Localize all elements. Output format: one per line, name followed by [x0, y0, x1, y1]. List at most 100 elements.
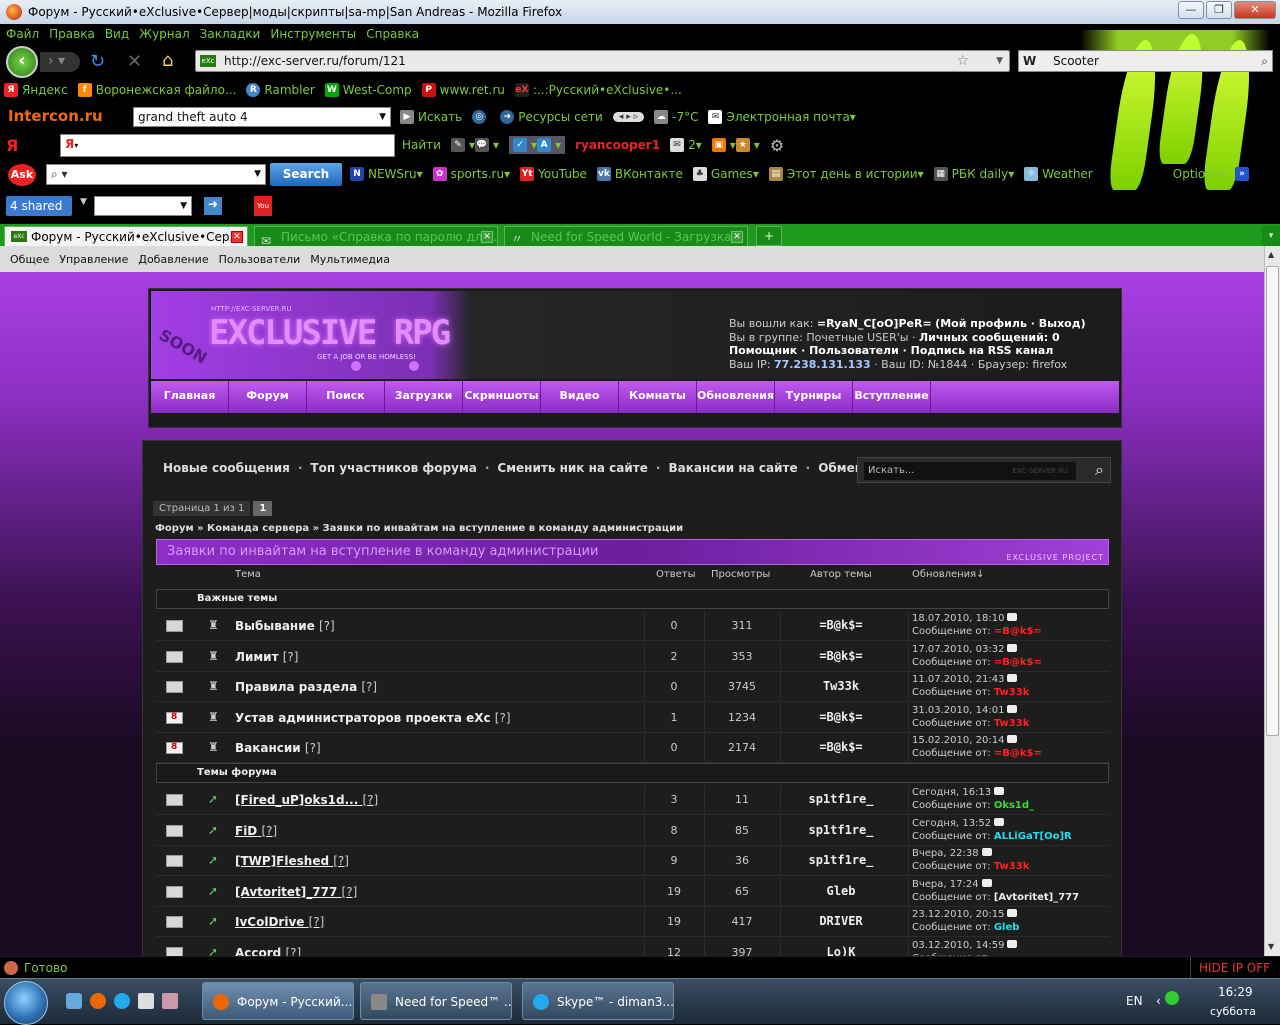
- star-icon[interactable]: ☆: [956, 51, 969, 71]
- last-post-icon[interactable]: [1007, 735, 1018, 743]
- topic-title[interactable]: [TWP]Fleshed [?]: [235, 854, 349, 868]
- topic-title[interactable]: [Avtoritet]_777 [?]: [235, 885, 357, 899]
- menu-history[interactable]: Журнал: [139, 27, 190, 41]
- tab-nfs[interactable]: 〃 Need for Speed World - Загрузка ✕: [504, 226, 748, 246]
- start-button[interactable]: [4, 981, 48, 1025]
- nav-home[interactable]: Главная: [151, 381, 229, 413]
- nav-updates[interactable]: Обновления: [697, 381, 775, 413]
- topic-author[interactable]: Tw33k: [776, 679, 906, 693]
- taskbar-nfs[interactable]: Need for Speed™ ...: [360, 982, 512, 1020]
- wikipedia-icon[interactable]: W: [1023, 51, 1036, 71]
- firefox-icon[interactable]: [90, 993, 106, 1009]
- nav-screenshots[interactable]: Скриншоты: [463, 381, 541, 413]
- yandex-tools[interactable]: ✎ ▾ 💬 ▾: [450, 138, 499, 152]
- 4shared-logo[interactable]: 4 shared: [6, 196, 72, 216]
- topic-preview-link[interactable]: [?]: [285, 946, 301, 957]
- reload-icon[interactable]: ↻: [90, 51, 105, 72]
- topic-preview-link[interactable]: [?]: [361, 680, 377, 694]
- yandex-extra[interactable]: ▣ ▾ ★ ▾: [711, 138, 760, 152]
- home-icon[interactable]: ⌂: [162, 50, 173, 71]
- last-post-icon[interactable]: [981, 878, 992, 887]
- nav-rooms[interactable]: Комнаты: [619, 381, 697, 413]
- link-new-messages[interactable]: Новые сообщения: [163, 461, 290, 475]
- topic-title[interactable]: FiD [?]: [235, 824, 277, 838]
- topic-author[interactable]: =B@k$=: [776, 740, 906, 754]
- youtube-icon[interactable]: You: [254, 196, 272, 216]
- bookmark-yandex[interactable]: Я Яндекс: [4, 83, 68, 97]
- nav-join[interactable]: Вступление: [853, 381, 931, 413]
- search-icon[interactable]: ⌕: [1095, 460, 1104, 480]
- topic-preview-link[interactable]: [?]: [305, 741, 321, 755]
- topic-author[interactable]: =B@k$=: [776, 649, 906, 663]
- ask-link-youtube[interactable]: Yt YouTube: [520, 167, 587, 181]
- bookmark-exclusive[interactable]: eX:..:Русский•eXclusive•...: [514, 83, 682, 97]
- last-post-icon[interactable]: [1007, 613, 1018, 621]
- last-poster[interactable]: Tw33k: [994, 718, 1030, 729]
- gear-icon[interactable]: ⚙: [770, 136, 784, 155]
- close-tab-icon[interactable]: ✕: [731, 231, 743, 243]
- document-icon[interactable]: [138, 993, 154, 1009]
- page-1-link[interactable]: 1: [253, 501, 273, 516]
- tab-mail[interactable]: ✉ Письмо «Справка по паролю для ... ✕: [254, 226, 498, 246]
- nav-search[interactable]: Поиск: [307, 381, 385, 413]
- topic-title[interactable]: [Fired_uP]oks1d... [?]: [235, 793, 378, 807]
- game-icon[interactable]: [162, 993, 178, 1009]
- topic-author[interactable]: Lo)K: [776, 945, 906, 957]
- topic-preview-link[interactable]: [?]: [261, 824, 277, 838]
- last-post-icon[interactable]: [1007, 909, 1018, 917]
- maximize-button[interactable]: ❐: [1206, 1, 1232, 19]
- skype-icon[interactable]: [114, 993, 130, 1009]
- email-menu[interactable]: ✉ Электронная почта ▾: [708, 110, 856, 124]
- ask-link-sports[interactable]: ✿ sports.ru ▾: [432, 167, 510, 181]
- topic-author[interactable]: Gleb: [776, 884, 906, 898]
- menu-file[interactable]: Файл: [6, 27, 39, 41]
- taskbar-skype[interactable]: Skype™ - diman3...: [522, 982, 674, 1020]
- last-poster[interactable]: Gleb: [994, 922, 1020, 933]
- ask-options[interactable]: Options ▾: [1173, 167, 1225, 181]
- topic-preview-link[interactable]: [?]: [362, 793, 378, 807]
- close-button[interactable]: ✕: [1234, 1, 1276, 19]
- network-resources-menu[interactable]: ➜ Ресурсы сети: [500, 110, 603, 124]
- menu-bookmarks[interactable]: Закладки: [200, 27, 261, 41]
- menu-view[interactable]: Вид: [105, 27, 129, 41]
- topic-preview-link[interactable]: [?]: [342, 885, 358, 899]
- close-tab-icon[interactable]: ✕: [231, 231, 243, 243]
- url-bar[interactable]: eXc http://exc-server.ru/forum/121 ☆ ▼: [195, 50, 1010, 72]
- topic-title[interactable]: Правила раздела [?]: [235, 680, 377, 694]
- topic-author[interactable]: sp1tf1re_: [776, 792, 906, 806]
- bookmark-westcomp[interactable]: W West-Comp: [324, 83, 412, 97]
- language-indicator[interactable]: EN: [1126, 994, 1143, 1008]
- 4shared-dropdown[interactable]: ▼: [80, 197, 87, 207]
- topic-preview-link[interactable]: [?]: [309, 915, 325, 929]
- ask-search-input[interactable]: ⌕ ▾ ▼: [46, 164, 266, 185]
- media-controls[interactable]: ◂ ▸ ▹: [612, 112, 645, 122]
- site-logo[interactable]: EXCLUSIVE RPG: [209, 313, 451, 353]
- last-post-icon[interactable]: [1007, 704, 1018, 713]
- topic-title[interactable]: Устав администраторов проекта eXc [?]: [235, 711, 511, 725]
- menu-help[interactable]: Справка: [366, 27, 419, 41]
- hide-ip-toggle[interactable]: HIDE IP OFF: [1189, 957, 1270, 979]
- stop-icon[interactable]: ✕: [127, 51, 142, 72]
- search-bar[interactable]: W Scooter ⌕: [1018, 50, 1273, 72]
- topic-author[interactable]: sp1tf1re_: [776, 823, 906, 837]
- menu-tools[interactable]: Инструменты: [270, 27, 356, 41]
- last-poster[interactable]: Tw33k: [994, 861, 1030, 872]
- tray-icons[interactable]: ‹: [1156, 991, 1179, 1008]
- last-post-icon[interactable]: [1007, 939, 1018, 948]
- last-post-icon[interactable]: [1007, 674, 1018, 682]
- topic-title[interactable]: Выбывание [?]: [235, 619, 335, 633]
- last-poster[interactable]: Oks1d_: [994, 800, 1034, 811]
- ask-link-weather[interactable]: ☼ Weather: [1024, 167, 1093, 181]
- yandex-user[interactable]: ryancooper1: [575, 138, 660, 152]
- topic-author[interactable]: DRIVER: [776, 914, 906, 928]
- minimize-button[interactable]: —: [1178, 1, 1204, 19]
- explorer-icon[interactable]: [66, 993, 82, 1009]
- bookmark-voronezh[interactable]: f Воронежская файло...: [77, 83, 236, 97]
- breadcrumb[interactable]: Форум » Команда сервера » Заявки по инва…: [155, 523, 683, 534]
- last-post-icon[interactable]: [1007, 643, 1018, 652]
- last-poster[interactable]: =B@k$=: [994, 626, 1042, 637]
- admin-users[interactable]: Пользователи: [219, 253, 301, 266]
- ask-link-vkontakte[interactable]: vk ВКонтакте: [596, 167, 683, 181]
- bookmark-ret[interactable]: Pwww.ret.ru: [421, 83, 505, 97]
- tab-list-button[interactable]: ▾: [1262, 226, 1280, 246]
